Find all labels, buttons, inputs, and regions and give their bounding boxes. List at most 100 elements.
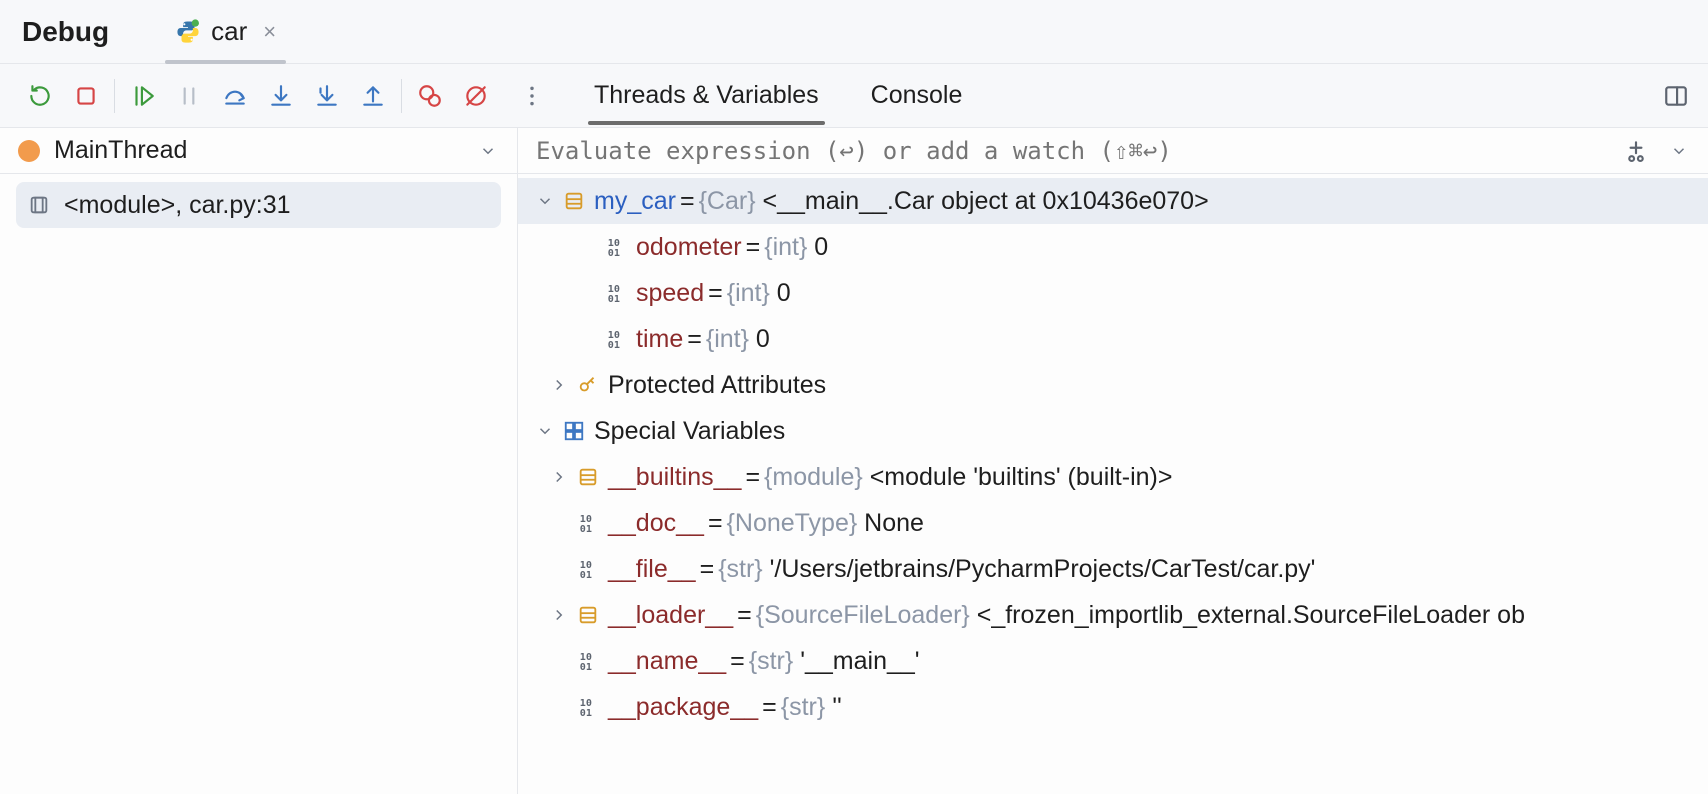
primitive-icon: 1001	[576, 557, 600, 581]
variable-name: my_car	[594, 187, 676, 216]
variable-row-__loader__[interactable]: __loader__ = {SourceFileLoader} <_frozen…	[518, 592, 1708, 638]
variable-name: __doc__	[608, 509, 704, 538]
variable-type: {int}	[764, 233, 807, 262]
variable-value: <module 'builtins' (built-in)>	[870, 463, 1173, 492]
variable-name: __file__	[608, 555, 696, 584]
variable-group-protected[interactable]: Protected Attributes	[518, 362, 1708, 408]
variable-value: <_frozen_importlib_external.SourceFileLo…	[977, 601, 1525, 630]
close-tab-icon[interactable]: ×	[263, 19, 276, 45]
stop-button[interactable]	[72, 82, 100, 110]
mute-breakpoints-button[interactable]	[462, 82, 490, 110]
variable-type: {SourceFileLoader}	[756, 601, 970, 630]
variable-row-time[interactable]: 1001 time = {int} 0	[518, 316, 1708, 362]
debugger-view-tabs: Threads & Variables Console	[588, 67, 968, 124]
variable-row-odometer[interactable]: 1001 odometer = {int} 0	[518, 224, 1708, 270]
thread-selector[interactable]: MainThread	[0, 128, 517, 174]
chevron-right-icon[interactable]	[546, 604, 572, 626]
layout-settings-button[interactable]	[1662, 82, 1690, 110]
variable-row-__doc__[interactable]: 1001 __doc__ = {NoneType} None	[518, 500, 1708, 546]
svg-text:01: 01	[608, 340, 620, 350]
class-icon	[562, 189, 586, 213]
variable-row-__package__[interactable]: 1001 __package__ = {str} ''	[518, 684, 1708, 730]
primitive-icon: 1001	[576, 511, 600, 535]
tab-threads-variables[interactable]: Threads & Variables	[588, 67, 825, 124]
primitive-icon: 1001	[604, 281, 628, 305]
variable-type: {int}	[706, 325, 749, 354]
variable-name: time	[636, 325, 683, 354]
svg-text:01: 01	[608, 294, 620, 304]
primitive-icon: 1001	[604, 235, 628, 259]
variable-type: {NoneType}	[727, 509, 858, 538]
variable-value: ''	[832, 693, 842, 722]
key-icon	[576, 373, 600, 397]
primitive-icon: 1001	[576, 649, 600, 673]
variable-value: '__main__'	[800, 647, 919, 676]
variable-type: {str}	[781, 693, 825, 722]
primitive-icon: 1001	[576, 695, 600, 719]
primitive-icon: 1001	[604, 327, 628, 351]
variable-row-speed[interactable]: 1001 speed = {int} 0	[518, 270, 1708, 316]
variable-name: speed	[636, 279, 704, 308]
tabstrip: Debug car ×	[0, 0, 1708, 64]
debug-toolbar: Threads & Variables Console	[0, 64, 1708, 128]
variable-type: {module}	[764, 463, 863, 492]
variable-name: odometer	[636, 233, 742, 262]
run-config-name: car	[211, 16, 247, 47]
svg-text:01: 01	[580, 570, 592, 580]
chevron-down-icon[interactable]	[532, 190, 558, 212]
rerun-button[interactable]	[26, 82, 54, 110]
variables-panel: my_car = {Car} <__main__.Car object at 0…	[518, 128, 1708, 794]
frame-label: <module>, car.py:31	[64, 191, 291, 220]
variable-name: __loader__	[608, 601, 733, 630]
variable-type: {int}	[727, 279, 770, 308]
variable-name: __package__	[608, 693, 758, 722]
frames-panel: MainThread <module>, car.py:31	[0, 128, 518, 794]
chevron-right-icon[interactable]	[546, 374, 572, 396]
resume-button[interactable]	[129, 82, 157, 110]
pause-button[interactable]	[175, 82, 203, 110]
evaluate-expression-input[interactable]	[536, 137, 1622, 165]
variable-row-__builtins__[interactable]: __builtins__ = {module} <module 'builtin…	[518, 454, 1708, 500]
grid-icon	[562, 419, 586, 443]
tab-console[interactable]: Console	[865, 67, 969, 124]
add-watch-button[interactable]	[1622, 137, 1650, 165]
stack-frame[interactable]: <module>, car.py:31	[16, 182, 501, 228]
thread-name: MainThread	[54, 136, 187, 165]
variable-row-__name__[interactable]: 1001 __name__ = {str} '__main__'	[518, 638, 1708, 684]
thread-status-icon	[18, 140, 40, 162]
svg-text:01: 01	[580, 524, 592, 534]
variable-name: __builtins__	[608, 463, 741, 492]
step-into-my-code-button[interactable]	[313, 82, 341, 110]
svg-text:01: 01	[580, 708, 592, 718]
chevron-down-icon[interactable]	[1668, 140, 1690, 162]
more-actions-button[interactable]	[518, 82, 546, 110]
variable-group-special[interactable]: Special Variables	[518, 408, 1708, 454]
group-label: Protected Attributes	[608, 371, 826, 400]
python-file-icon	[175, 19, 201, 45]
svg-text:01: 01	[608, 248, 620, 258]
svg-text:01: 01	[580, 662, 592, 672]
variable-type: {str}	[749, 647, 793, 676]
frame-icon	[28, 194, 50, 216]
variable-row-my_car[interactable]: my_car = {Car} <__main__.Car object at 0…	[518, 178, 1708, 224]
variable-value: '/Users/jetbrains/PycharmProjects/CarTes…	[770, 555, 1316, 584]
view-breakpoints-button[interactable]	[416, 82, 444, 110]
step-into-button[interactable]	[267, 82, 295, 110]
variable-value: 0	[756, 325, 770, 354]
variable-value: <__main__.Car object at 0x10436e070>	[763, 187, 1209, 216]
variable-row-__file__[interactable]: 1001 __file__ = {str} '/Users/jetbrains/…	[518, 546, 1708, 592]
chevron-right-icon[interactable]	[546, 466, 572, 488]
step-over-button[interactable]	[221, 82, 249, 110]
variable-type: {str}	[718, 555, 762, 584]
tool-window-title: Debug	[22, 16, 109, 48]
step-out-button[interactable]	[359, 82, 387, 110]
chevron-down-icon[interactable]	[532, 420, 558, 442]
run-config-tab-car[interactable]: car ×	[157, 0, 294, 64]
class-icon	[576, 465, 600, 489]
class-icon	[576, 603, 600, 627]
group-label: Special Variables	[594, 417, 785, 446]
variable-value: None	[864, 509, 924, 538]
variable-value: 0	[814, 233, 828, 262]
variable-type: {Car}	[699, 187, 756, 216]
variable-value: 0	[777, 279, 791, 308]
